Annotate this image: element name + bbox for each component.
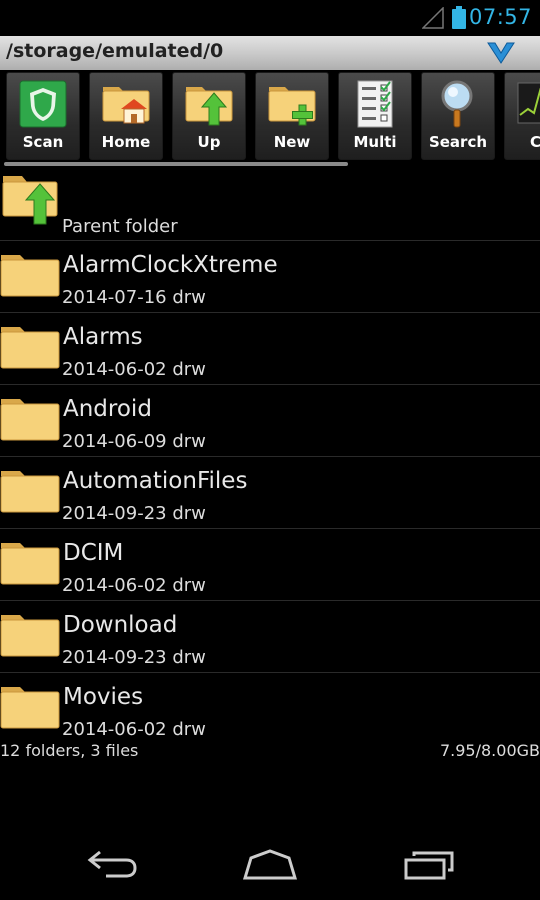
folder-name: Android bbox=[63, 396, 152, 422]
folder-name: AutomationFiles bbox=[63, 468, 248, 494]
magnifier-icon bbox=[441, 80, 473, 128]
up-button[interactable]: Up bbox=[172, 72, 246, 160]
folder-icon bbox=[0, 687, 60, 729]
item-count: 12 folders, 3 files bbox=[0, 741, 139, 760]
folder-icon bbox=[0, 327, 60, 369]
up-label: Up bbox=[197, 133, 221, 151]
signal-icon bbox=[422, 7, 444, 29]
home-label: Home bbox=[101, 133, 151, 151]
back-icon[interactable] bbox=[86, 848, 138, 882]
list-item[interactable]: Download 2014-09-23 drw bbox=[0, 601, 540, 673]
up-folder-icon bbox=[185, 87, 233, 126]
navigation-bar bbox=[0, 830, 540, 900]
folder-name: DCIM bbox=[63, 540, 124, 566]
status-bar: 07:57 bbox=[0, 0, 540, 36]
folder-meta: 2014-06-02 drw bbox=[62, 575, 206, 596]
home-button[interactable]: Home bbox=[89, 72, 163, 160]
list-item[interactable]: DCIM 2014-06-02 drw bbox=[0, 529, 540, 601]
cpu-button[interactable]: CP bbox=[504, 72, 540, 160]
toolbar: Scan Home Up New Multi Search C bbox=[0, 70, 540, 162]
folder-meta: 2014-06-02 drw bbox=[62, 719, 206, 740]
chevron-down-icon[interactable] bbox=[486, 40, 516, 66]
folder-meta: 2014-07-16 drw bbox=[62, 287, 206, 308]
battery-icon bbox=[452, 6, 466, 29]
folder-meta: 2014-09-23 drw bbox=[62, 503, 206, 524]
folder-name: AlarmClockXtreme bbox=[63, 252, 278, 278]
new-button[interactable]: New bbox=[255, 72, 329, 160]
folder-icon bbox=[0, 471, 60, 513]
search-label: Search bbox=[428, 133, 488, 151]
search-button[interactable]: Search bbox=[421, 72, 495, 160]
new-folder-icon bbox=[268, 87, 316, 126]
folder-meta: 2014-09-23 drw bbox=[62, 647, 206, 668]
current-path: /storage/emulated/0 bbox=[6, 40, 224, 62]
list-item[interactable]: Android 2014-06-09 drw bbox=[0, 385, 540, 457]
scan-button[interactable]: Scan bbox=[6, 72, 80, 160]
home-folder-icon bbox=[102, 87, 150, 124]
toolbar-scrollbar[interactable] bbox=[4, 162, 348, 166]
list-item[interactable]: Alarms 2014-06-02 drw bbox=[0, 313, 540, 385]
list-item[interactable]: AutomationFiles 2014-09-23 drw bbox=[0, 457, 540, 529]
list-item[interactable]: AlarmClockXtreme 2014-07-16 drw bbox=[0, 241, 540, 313]
multi-label: Multi bbox=[353, 133, 397, 151]
shield-icon bbox=[19, 80, 67, 128]
multi-button[interactable]: Multi bbox=[338, 72, 412, 160]
folder-meta: 2014-06-02 drw bbox=[62, 359, 206, 380]
home-icon[interactable] bbox=[242, 848, 298, 882]
folder-icon bbox=[0, 615, 60, 657]
parent-folder-icon bbox=[2, 176, 58, 225]
path-bar[interactable]: /storage/emulated/0 bbox=[0, 36, 540, 70]
folder-name: Movies bbox=[63, 684, 144, 710]
folder-name: Alarms bbox=[63, 324, 143, 350]
cpu-graph-icon bbox=[517, 82, 540, 124]
folder-meta: 2014-06-09 drw bbox=[62, 431, 206, 452]
folder-icon bbox=[0, 399, 60, 441]
folder-icon bbox=[0, 255, 60, 297]
folder-icon bbox=[0, 543, 60, 585]
checklist-icon bbox=[357, 80, 393, 128]
file-list: Parent folder AlarmClockXtreme 2014-07-1… bbox=[0, 168, 540, 744]
new-label: New bbox=[273, 133, 311, 151]
folder-name: Download bbox=[63, 612, 178, 638]
scan-label: Scan bbox=[22, 133, 64, 151]
parent-folder-row[interactable]: Parent folder bbox=[0, 168, 540, 241]
list-item[interactable]: Movies 2014-06-02 drw bbox=[0, 673, 540, 744]
storage-usage: 7.95/8.00GB bbox=[439, 741, 540, 760]
parent-folder-label: Parent folder bbox=[62, 216, 178, 237]
recent-apps-icon[interactable] bbox=[402, 848, 456, 882]
clock: 07:57 bbox=[468, 5, 532, 29]
cpu-label: CP bbox=[529, 133, 540, 151]
